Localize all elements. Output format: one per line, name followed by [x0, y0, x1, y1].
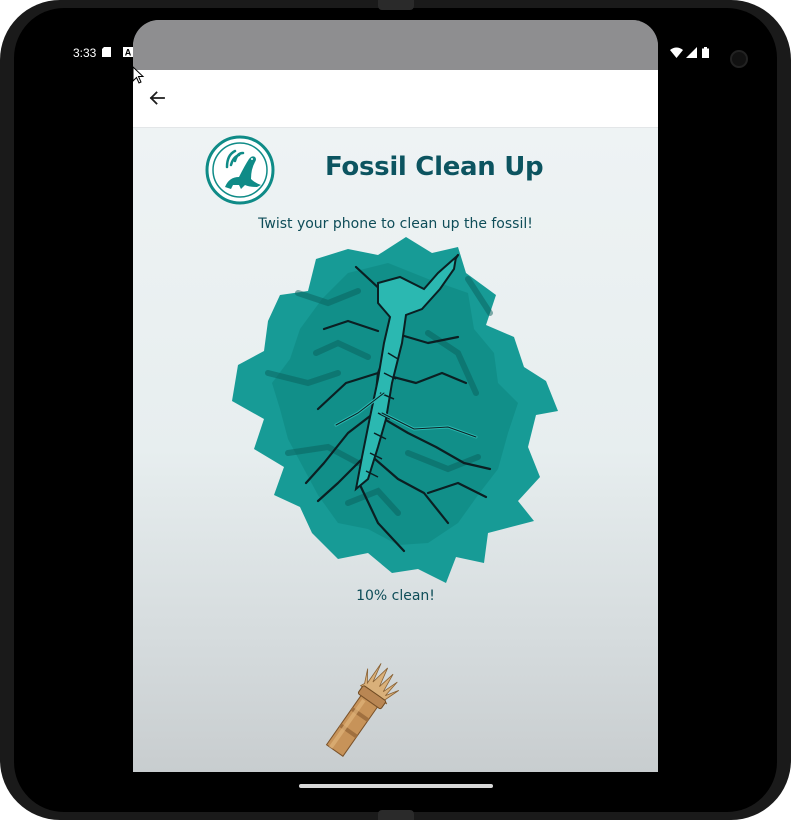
battery-icon: [702, 47, 709, 61]
front-camera: [730, 50, 748, 68]
arrow-back-icon: [149, 91, 165, 105]
svg-text:A: A: [125, 48, 132, 58]
app-bar: [133, 70, 658, 128]
app-top-shade: [133, 20, 658, 70]
signal-icon: [686, 47, 697, 61]
status-time: 3:33: [73, 46, 97, 60]
instruction-text: Twist your phone to clean up the fossil!: [258, 216, 533, 232]
clean-progress-text: 10% clean!: [356, 588, 435, 604]
a-icon: A: [123, 47, 133, 60]
fossil-cleanup-screen: Fossil Clean Up Twist your phone to clea…: [133, 128, 658, 772]
brush-icon[interactable]: [298, 663, 408, 772]
app-window: Fossil Clean Up Twist your phone to clea…: [133, 20, 658, 772]
dinosaur-logo-icon: [205, 135, 275, 205]
fossil-dirt-image[interactable]: [228, 233, 563, 583]
wifi-icon: [670, 47, 683, 61]
mouse-cursor-icon: [132, 66, 145, 84]
gesture-nav-handle[interactable]: [299, 784, 493, 788]
sd-card-icon: [102, 47, 111, 60]
back-button[interactable]: [143, 84, 171, 112]
hinge-bottom: [378, 810, 414, 820]
page-title: Fossil Clean Up: [325, 152, 544, 182]
